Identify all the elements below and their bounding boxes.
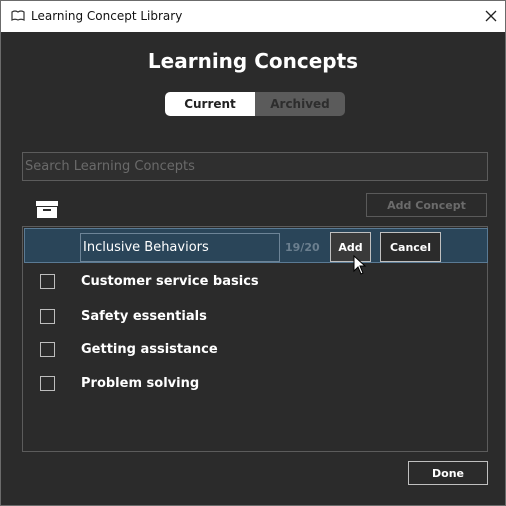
title-bar: Learning Concept Library (1, 1, 505, 32)
search-input[interactable] (22, 152, 488, 181)
book-icon (11, 10, 25, 21)
close-icon (485, 10, 497, 22)
concept-checkbox[interactable] (40, 309, 55, 324)
archive-box-icon[interactable] (36, 201, 58, 218)
dialog-content: Learning Concepts Current Archived Add C… (1, 32, 505, 505)
concept-checkbox[interactable] (40, 376, 55, 391)
new-concept-row: Inclusive Behaviors 19/20 Add Cancel (24, 228, 488, 275)
concept-name-input[interactable]: Inclusive Behaviors (80, 233, 280, 262)
view-toggle: Current Archived (165, 92, 345, 116)
learning-concept-library-window: Learning Concept Library Learning Concep… (0, 0, 506, 506)
add-concept-button[interactable]: Add Concept (366, 193, 487, 217)
cancel-button[interactable]: Cancel (380, 232, 441, 262)
concept-label: Getting assistance (81, 342, 218, 357)
character-counter: 19/20 (285, 241, 320, 254)
concept-label: Customer service basics (81, 274, 259, 289)
list-item: Problem solving (23, 370, 487, 398)
list-item: Safety essentials (23, 303, 487, 331)
done-button[interactable]: Done (408, 461, 488, 485)
concept-list: Inclusive Behaviors 19/20 Add Cancel Cus… (22, 226, 488, 452)
concept-checkbox[interactable] (40, 274, 55, 289)
tab-archived[interactable]: Archived (255, 92, 345, 116)
page-title: Learning Concepts (147, 49, 359, 73)
concept-label: Safety essentials (81, 309, 207, 324)
list-item: Customer service basics (23, 268, 487, 296)
concept-label: Problem solving (81, 376, 200, 391)
tab-current[interactable]: Current (165, 92, 255, 116)
concept-checkbox[interactable] (40, 342, 55, 357)
list-item: Getting assistance (23, 336, 487, 364)
window-title: Learning Concept Library (31, 9, 183, 23)
close-button[interactable] (479, 5, 503, 27)
